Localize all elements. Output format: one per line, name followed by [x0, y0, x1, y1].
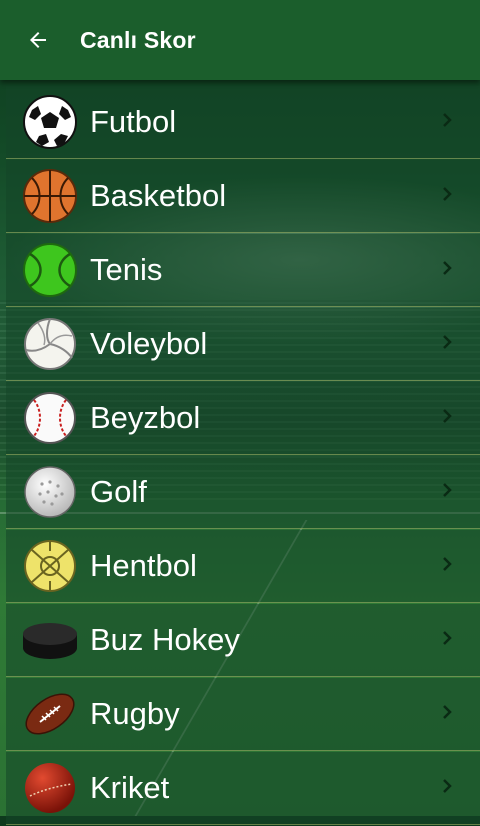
- sport-label: Kriket: [90, 770, 170, 805]
- sport-item-buz-hokey[interactable]: Buz Hokey: [6, 604, 480, 677]
- sport-label: Tenis: [90, 252, 163, 287]
- volleyball-icon: [24, 318, 76, 370]
- sport-label: Futbol: [90, 104, 177, 139]
- chevron-right-icon: [443, 113, 452, 127]
- back-button[interactable]: [26, 28, 50, 52]
- app-bar: Canlı Skor: [0, 0, 480, 80]
- sport-item-golf[interactable]: Golf: [6, 456, 480, 529]
- chevron-right-icon: [443, 557, 452, 571]
- sport-item-futbol[interactable]: Futbol: [6, 86, 480, 159]
- chevron-right-icon: [443, 779, 452, 793]
- chevron-right-icon: [443, 335, 452, 349]
- sport-list: Futbol Basketbol Tenis Voleybol Beyzbol …: [6, 86, 480, 826]
- basketball-icon: [23, 169, 77, 223]
- handball-icon: [24, 540, 76, 592]
- hockey-puck-icon: [23, 623, 77, 659]
- cricket-ball-icon: [25, 763, 75, 813]
- arrow-left-icon: [30, 32, 46, 48]
- sport-item-beyzbol[interactable]: Beyzbol: [6, 382, 480, 455]
- chevron-right-icon: [443, 631, 452, 645]
- chevron-right-icon: [443, 187, 452, 201]
- sport-label: Basketbol: [90, 178, 227, 213]
- chevron-right-icon: [443, 409, 452, 423]
- chevron-right-icon: [443, 483, 452, 497]
- sport-item-rugby[interactable]: Rugby: [6, 678, 480, 751]
- sport-item-hentbol[interactable]: Hentbol: [6, 530, 480, 603]
- chevron-right-icon: [443, 261, 452, 275]
- chevron-right-icon: [443, 705, 452, 719]
- sport-item-voleybol[interactable]: Voleybol: [6, 308, 480, 381]
- sport-label: Voleybol: [90, 326, 208, 361]
- tennis-ball-icon: [23, 243, 77, 297]
- sport-item-kriket[interactable]: Kriket: [6, 752, 480, 825]
- page-title: Canlı Skor: [80, 26, 196, 53]
- sport-label: Beyzbol: [90, 400, 201, 435]
- sport-label: Buz Hokey: [90, 622, 240, 657]
- golf-ball-icon: [24, 466, 76, 518]
- sport-label: Golf: [90, 474, 147, 509]
- sport-item-tenis[interactable]: Tenis: [6, 234, 480, 307]
- sport-item-basketbol[interactable]: Basketbol: [6, 160, 480, 233]
- sport-label: Rugby: [90, 696, 180, 731]
- sport-label: Hentbol: [90, 548, 197, 583]
- baseball-icon: [24, 392, 76, 444]
- soccer-ball-icon: [23, 95, 77, 149]
- rugby-ball-icon: [25, 693, 75, 735]
